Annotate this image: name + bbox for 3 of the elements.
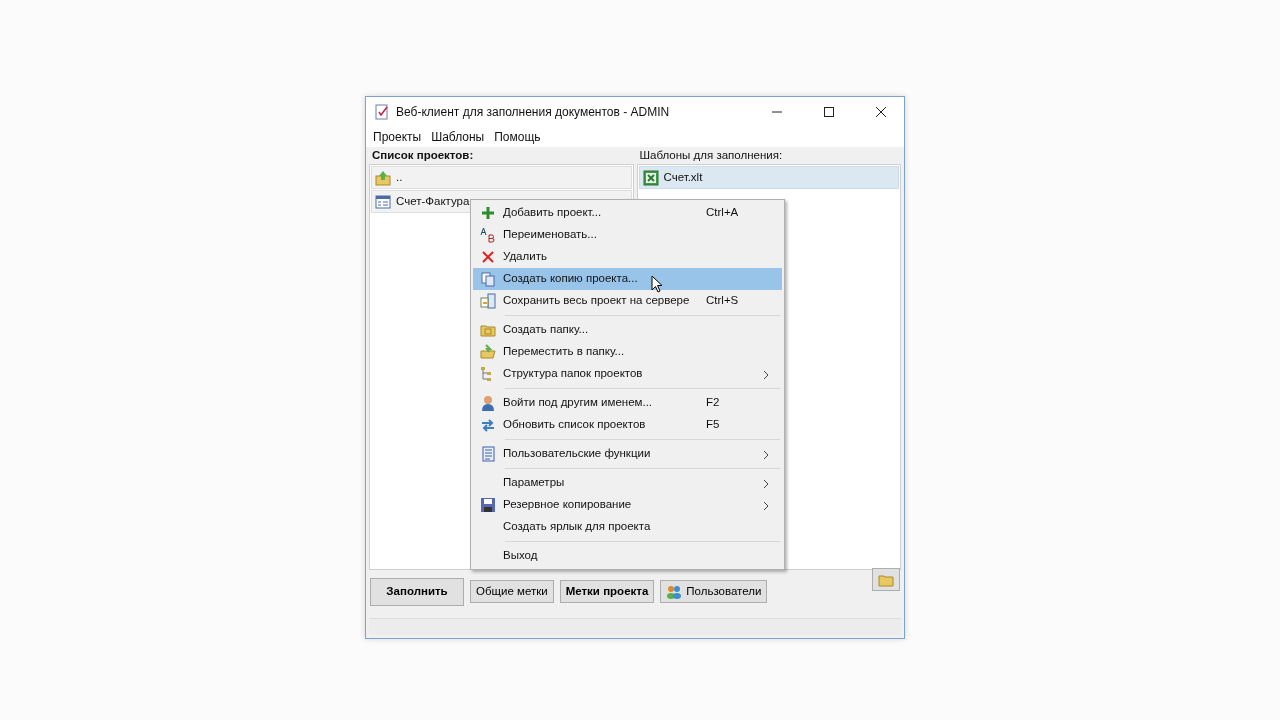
list-header: Список проектов:: [371, 148, 475, 163]
list-header: Шаблоны для заполнения:: [638, 148, 784, 163]
window-title: Веб-клиент для заполнения документов - ADMIN: [396, 104, 670, 121]
